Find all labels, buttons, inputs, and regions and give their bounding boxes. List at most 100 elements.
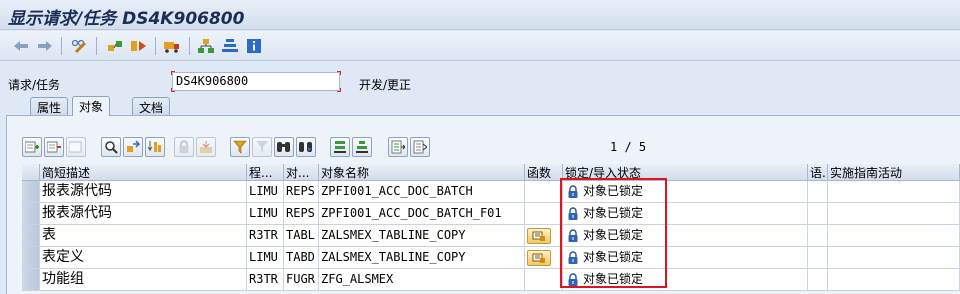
info-icon[interactable]	[245, 37, 263, 55]
row-selector[interactable]	[22, 203, 40, 225]
cell-function	[525, 269, 563, 291]
cell-name: ZPFI001_ACC_DOC_BATCH	[319, 181, 525, 203]
function-button-icon[interactable]	[527, 250, 551, 266]
lock-icon[interactable]	[174, 137, 194, 157]
table-row[interactable]: 功能组 R3TR FUGR ZFG_ALSMEX 对象已锁定	[22, 269, 960, 291]
hierarchy-icon[interactable]	[197, 37, 215, 55]
table-row[interactable]: 报表源代码 LIMU REPS ZPFI001_ACC_DOC_BATCH_F01 对象…	[22, 203, 960, 225]
column-header[interactable]: 程...	[247, 164, 284, 181]
cell-desc: 表	[40, 225, 247, 247]
lock-status-text: 对象已锁定	[583, 228, 644, 242]
function-button-icon[interactable]	[527, 228, 551, 244]
column-header[interactable]: 简短描述	[40, 164, 247, 181]
cell-name: ZALSMEX_TABLINE_COPY	[319, 225, 525, 247]
cell-desc: 表定义	[40, 247, 247, 269]
subtotal-icon[interactable]	[330, 137, 350, 157]
cell-desc: 报表源代码	[40, 181, 247, 203]
request-label: 请求/任务	[8, 78, 61, 92]
forward-icon[interactable]	[36, 37, 54, 55]
request-value: DS4K906800	[176, 74, 249, 88]
detail-icon[interactable]	[101, 137, 121, 157]
table-row[interactable]: 报表源代码 LIMU REPS ZPFI001_ACC_DOC_BATCH 对象已锁定	[22, 181, 960, 203]
lock-status-text: 对象已锁定	[583, 272, 644, 286]
cell-pgm: LIMU	[247, 247, 284, 269]
cell-empty	[808, 225, 828, 247]
cell-empty	[808, 247, 828, 269]
row-selector[interactable]	[22, 181, 40, 203]
move-icon[interactable]	[123, 137, 143, 157]
tab-attributes[interactable]: 属性	[30, 97, 69, 115]
cell-empty	[828, 269, 960, 291]
find-icon[interactable]	[274, 137, 294, 157]
cell-pgm: LIMU	[247, 203, 284, 225]
cell-function	[525, 225, 563, 247]
transport-truck-icon[interactable]	[163, 37, 181, 55]
row-selector[interactable]	[22, 247, 40, 269]
cell-obj: TABL	[284, 225, 319, 247]
cell-obj: REPS	[284, 181, 319, 203]
padlock-icon	[567, 272, 579, 287]
lock-status-text: 对象已锁定	[583, 250, 644, 264]
toolbar-separator	[61, 37, 62, 55]
sort-icon[interactable]	[221, 37, 239, 55]
title-bar: 显示请求/任务 DS4K906800	[0, 0, 960, 30]
row-selector[interactable]	[22, 269, 40, 291]
column-header[interactable]: 对象名称	[319, 164, 525, 181]
toolbar-separator	[155, 37, 156, 55]
cell-desc: 功能组	[40, 269, 247, 291]
cell-empty	[808, 181, 828, 203]
layout-icon[interactable]	[352, 137, 372, 157]
request-field[interactable]: DS4K906800	[171, 71, 341, 92]
padlock-icon	[567, 250, 579, 265]
cell-empty	[808, 203, 828, 225]
filter-off-icon[interactable]	[252, 137, 272, 157]
padlock-icon	[567, 184, 579, 199]
display-change-icon[interactable]	[70, 37, 88, 55]
where-used-icon[interactable]	[106, 37, 124, 55]
cell-function	[525, 181, 563, 203]
table-row[interactable]: 表 R3TR TABL ZALSMEX_TABLINE_COPY 对象已锁定	[22, 225, 960, 247]
insert-row-icon[interactable]	[22, 137, 42, 157]
cell-pgm: R3TR	[247, 269, 284, 291]
cell-pgm: R3TR	[247, 225, 284, 247]
delete-row-icon[interactable]	[44, 137, 64, 157]
cell-function	[525, 247, 563, 269]
sort-objects-icon[interactable]	[145, 137, 165, 157]
request-description: 开发/更正	[359, 78, 412, 92]
row-selector[interactable]	[22, 225, 40, 247]
cell-empty	[808, 269, 828, 291]
page-indicator: 1 / 5	[610, 140, 647, 154]
cell-name: ZALSMEX_TABLINE_COPY	[319, 247, 525, 269]
cell-lock-status: 对象已锁定	[563, 225, 808, 247]
copy-row-icon[interactable]	[66, 137, 86, 157]
tab-objects[interactable]: 对象	[72, 96, 111, 116]
column-header[interactable]: 锁定/导入状态	[563, 164, 808, 181]
find-next-icon[interactable]	[296, 137, 316, 157]
table-row[interactable]: 表定义 LIMU TABD ZALSMEX_TABLINE_COPY 对象已锁定	[22, 247, 960, 269]
cell-obj: TABD	[284, 247, 319, 269]
import-icon[interactable]	[196, 137, 216, 157]
cell-lock-status: 对象已锁定	[563, 203, 808, 225]
toolbar-separator	[189, 37, 190, 55]
cell-name: ZFG_ALSMEX	[319, 269, 525, 291]
column-header[interactable]: 函数	[525, 164, 563, 181]
lock-status-text: 对象已锁定	[583, 206, 644, 220]
cell-function	[525, 203, 563, 225]
filter-icon[interactable]	[230, 137, 250, 157]
export-icon[interactable]	[388, 137, 408, 157]
release-icon[interactable]	[130, 37, 148, 55]
column-header[interactable]: 语.	[808, 164, 828, 181]
cell-pgm: LIMU	[247, 181, 284, 203]
cell-lock-status: 对象已锁定	[563, 181, 808, 203]
cell-name: ZPFI001_ACC_DOC_BATCH_F01	[319, 203, 525, 225]
back-icon[interactable]	[12, 37, 30, 55]
cell-empty	[828, 247, 960, 269]
print-list-icon[interactable]	[410, 137, 430, 157]
select-all-header[interactable]	[22, 164, 40, 181]
cell-lock-status: 对象已锁定	[563, 247, 808, 269]
column-header[interactable]: 对...	[284, 164, 319, 181]
column-header[interactable]: 实施指南活动	[828, 164, 960, 181]
cell-empty	[828, 181, 960, 203]
cell-lock-status: 对象已锁定	[563, 269, 808, 291]
tab-documentation[interactable]: 文档	[132, 97, 171, 115]
